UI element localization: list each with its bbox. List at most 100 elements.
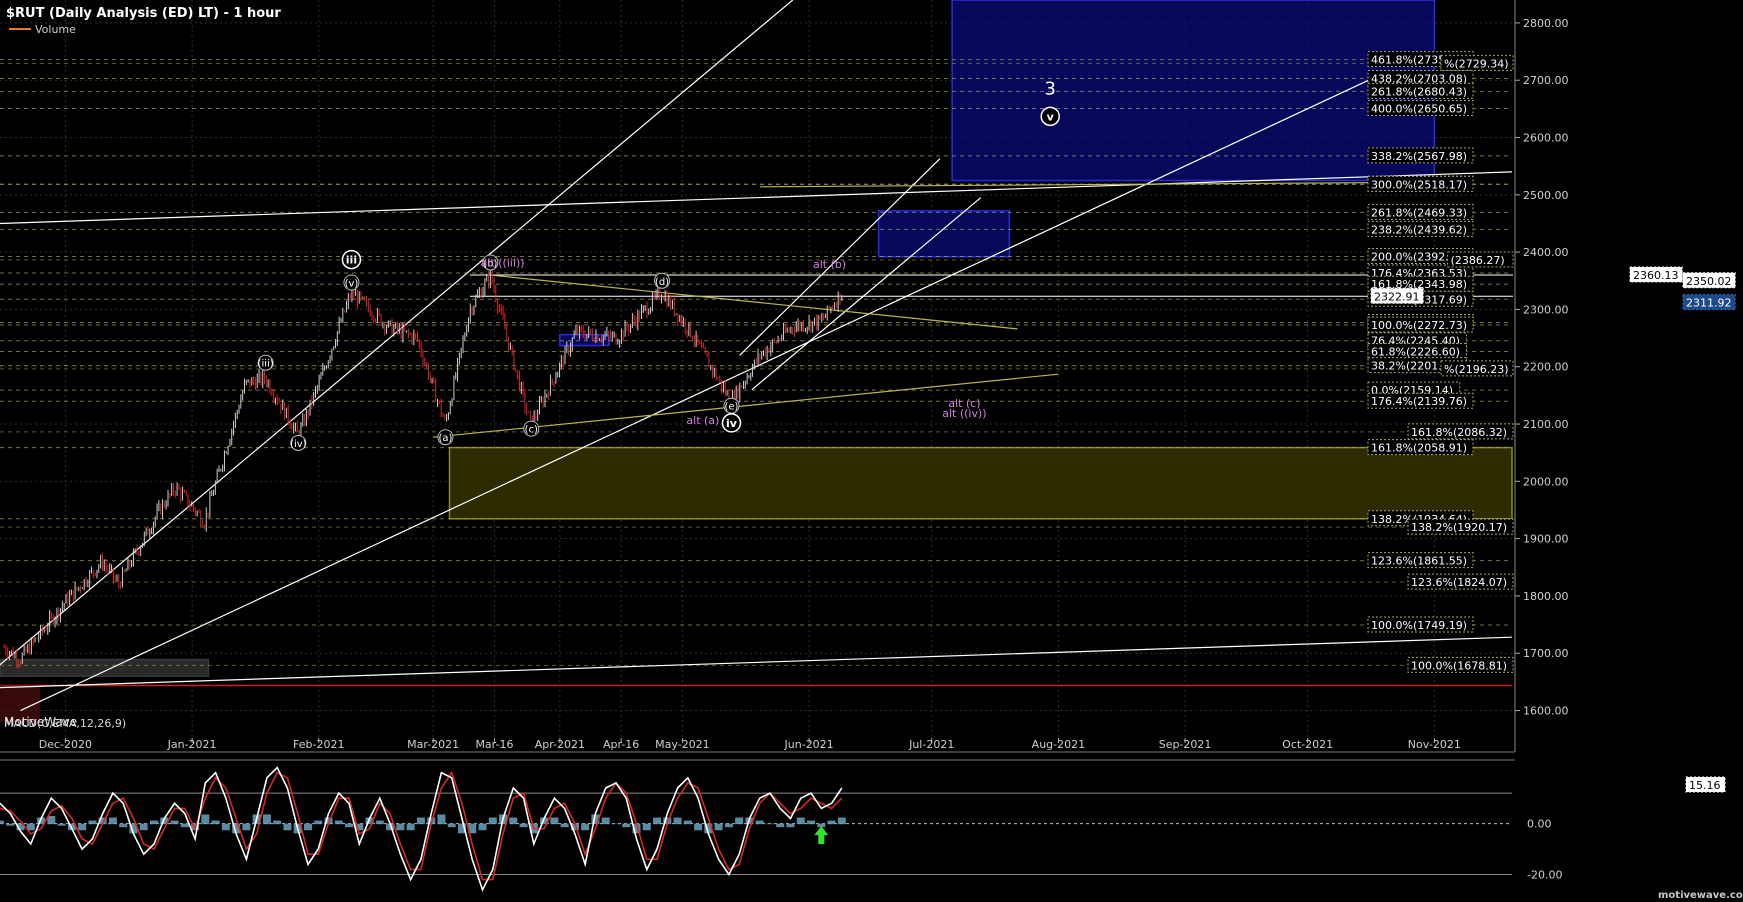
time-tick-label: Aug-2021: [1032, 738, 1085, 751]
macd-histogram-bar: [416, 817, 425, 825]
wave-label: iv: [726, 417, 738, 430]
wave-label: 3: [1045, 79, 1056, 100]
macd-histogram-bar: [509, 817, 518, 825]
fib-label-outer: 123.6%(1824.07): [1411, 576, 1507, 589]
macd-histogram-bar: [170, 820, 179, 825]
macd-histogram-bar: [149, 820, 158, 825]
macd-histogram-bar: [550, 817, 559, 825]
target-box-gray: [0, 658, 210, 677]
macd-histogram-bar: [653, 817, 662, 825]
macd-histogram-bar: [478, 823, 487, 831]
price-tick-label: 2500.00: [1523, 189, 1569, 202]
alt-wave-label: alt (a): [686, 414, 719, 427]
price-tick-label: 2400.00: [1523, 246, 1569, 259]
macd-histogram-bar: [375, 820, 384, 825]
wave-label: (iii): [258, 359, 274, 370]
macd-histogram-bar: [714, 823, 723, 831]
macd-histogram-bar: [488, 817, 497, 825]
wave-label: (d): [655, 277, 669, 288]
macd-histogram-bar: [273, 820, 282, 825]
macd-histogram-bar: [88, 820, 97, 825]
fib-label: 176.4%(2139.76): [1371, 395, 1467, 408]
price-tick-label: 2200.00: [1523, 361, 1569, 374]
fib-label-outer: 138.2%(1920.17): [1411, 521, 1507, 534]
fib-label-outer: 161.8%(2086.32): [1411, 426, 1507, 439]
macd-histogram-bar: [765, 823, 774, 825]
fib-label: 338.2%(2567.98): [1371, 150, 1467, 163]
time-tick-label: Mar-16: [475, 738, 513, 751]
macd-histogram-bar: [560, 823, 569, 828]
price-tick-label: 2800.00: [1523, 17, 1569, 30]
wave-label: (e): [724, 402, 738, 413]
macd-histogram-bar: [314, 820, 323, 825]
time-tick-label: Dec-2020: [39, 738, 92, 751]
macd-histogram-bar: [78, 823, 87, 831]
macd-histogram-bar: [611, 823, 620, 825]
fib-label: 400.0%(2650.65): [1371, 103, 1467, 116]
macd-histogram-bar: [283, 823, 292, 831]
macd-histogram-bar: [345, 823, 354, 828]
macd-histogram-bar: [622, 823, 631, 828]
macd-histogram-bar: [786, 823, 795, 828]
macd-histogram-bar: [242, 823, 251, 831]
fib-label: 261.8%(2469.33): [1371, 206, 1467, 219]
footer-brand: motivewave.com: [1658, 890, 1743, 901]
macd-histogram-bar: [837, 817, 846, 825]
alt-wave-label: alt ((iii)): [481, 256, 525, 269]
macd-histogram-bar: [119, 823, 128, 828]
fib-label-outer: (2386.27): [1451, 254, 1505, 267]
fib-label: 161.8%(2058.91): [1371, 442, 1467, 455]
fib-label: 100.0%(1749.19): [1371, 619, 1467, 632]
target-box-blue: [877, 210, 1011, 258]
price-tick-label: 1800.00: [1523, 590, 1569, 603]
fib-label-outer: %(2196.23): [1444, 363, 1509, 376]
price-tick-label: 2000.00: [1523, 475, 1569, 488]
time-tick-label: Nov-2021: [1408, 738, 1461, 751]
macd-histogram-bar: [755, 820, 764, 825]
wave-label: (iv): [290, 439, 307, 450]
fib-label: 238.2%(2439.62): [1371, 223, 1467, 236]
time-tick-label: Feb-2021: [293, 738, 344, 751]
last-price-label-2: 2311.92: [1686, 297, 1732, 310]
wave-label: (a): [438, 433, 452, 444]
macd-tick-label: -20.00: [1527, 869, 1562, 882]
macd-histogram-bar: [201, 814, 210, 825]
macd-histogram-bar: [827, 820, 836, 825]
fib-label: 261.8%(2680.43): [1371, 85, 1467, 98]
macd-tick-label: 0.00: [1527, 818, 1552, 831]
wave-label: iii: [346, 254, 357, 267]
wave-label: (v): [345, 279, 359, 290]
price-tick-label: 2700.00: [1523, 74, 1569, 87]
macd-histogram-bar: [601, 817, 610, 825]
macd-histogram-bar: [724, 823, 733, 828]
macd-histogram-bar: [437, 814, 446, 825]
macd-histogram-bar: [673, 817, 682, 825]
time-tick-label: Apr-2021: [535, 738, 585, 751]
fib-label-outer: 100.0%(1678.81): [1411, 659, 1507, 672]
macd-histogram-bar: [211, 820, 220, 825]
macd-histogram-bar: [6, 823, 15, 826]
time-tick-label: Jul-2021: [908, 738, 954, 751]
macd-histogram-bar: [683, 820, 692, 825]
macd-histogram-bar: [108, 817, 117, 825]
macd-histogram-bar: [396, 823, 405, 831]
fib-label-outer: %(2729.34): [1444, 57, 1509, 70]
fib-label: 100.0%(2272.73): [1371, 319, 1467, 332]
macd-histogram-bar: [303, 823, 312, 831]
time-tick-label: Sep-2021: [1159, 738, 1212, 751]
price-tick-label: 1600.00: [1523, 705, 1569, 718]
time-tick-label: Oct-2021: [1282, 738, 1333, 751]
last-price-label: 2350.02: [1686, 275, 1732, 288]
wave-label: (c): [525, 425, 538, 436]
alt-wave-label: alt (b): [813, 258, 846, 271]
price-tick-label: 2100.00: [1523, 418, 1569, 431]
macd-histogram-bar: [57, 823, 66, 826]
wave-label: v: [1047, 110, 1055, 123]
price-tick-label: 2300.00: [1523, 303, 1569, 316]
target-box-blue: [951, 0, 1436, 182]
macd-histogram-bar: [221, 823, 230, 831]
price-tick-label: 1700.00: [1523, 647, 1569, 660]
time-tick-label: Jun-2021: [784, 738, 834, 751]
volume-legend: Volume: [35, 23, 76, 36]
macd-histogram-bar: [0, 820, 4, 825]
